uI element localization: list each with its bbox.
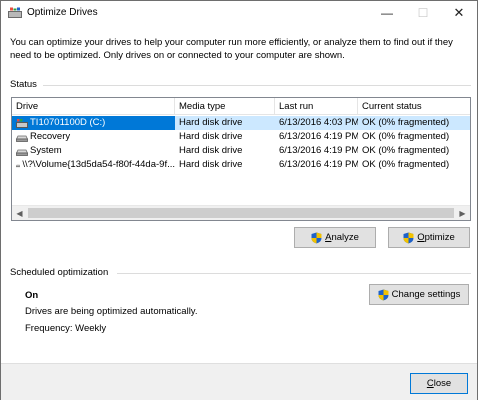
drive-name: TI10701100D (C:) bbox=[30, 117, 106, 128]
footer-bar: Close bbox=[1, 363, 477, 400]
drive-name: \\?\Volume{13d5da54-f80f-44da-9f... bbox=[22, 159, 175, 170]
maximize-icon: ☐ bbox=[417, 6, 429, 20]
drive-icon bbox=[16, 149, 28, 156]
drive-last-run: 6/13/2016 4:19 PM bbox=[279, 131, 358, 142]
schedule-message: Drives are being optimized automatically… bbox=[25, 306, 198, 317]
optimize-button[interactable]: Optimize bbox=[388, 227, 470, 248]
close-icon: ✕ bbox=[453, 5, 465, 20]
optimize-drives-window: Optimize Drives — ☐ ✕ You can optimize y… bbox=[0, 0, 478, 400]
scroll-right-icon[interactable]: ▶ bbox=[455, 206, 470, 221]
schedule-frequency: Frequency: Weekly bbox=[25, 323, 107, 334]
scheduled-divider bbox=[117, 273, 471, 274]
drive-last-run: 6/13/2016 4:19 PM bbox=[279, 145, 358, 156]
drive-icon bbox=[16, 135, 28, 142]
title-bar[interactable]: Optimize Drives — ☐ ✕ bbox=[1, 1, 477, 25]
drive-row[interactable]: System Hard disk drive 6/13/2016 4:19 PM… bbox=[12, 144, 470, 158]
uac-shield-icon bbox=[378, 289, 389, 300]
drive-name-cell: TI10701100D (C:) bbox=[12, 116, 175, 130]
drive-name-cell: Recovery bbox=[12, 130, 175, 144]
close-button-label: Close bbox=[426, 378, 452, 389]
scroll-thumb[interactable] bbox=[28, 208, 454, 218]
drive-current-status: OK (0% fragmented) bbox=[362, 117, 450, 128]
drive-name-cell: \\?\Volume{13d5da54-f80f-44da-9f... bbox=[12, 158, 175, 172]
drive-row[interactable]: TI10701100D (C:) Hard disk drive 6/13/20… bbox=[12, 116, 470, 130]
minimize-button[interactable]: — bbox=[369, 1, 405, 25]
drive-media-type: Hard disk drive bbox=[179, 131, 243, 142]
drive-row[interactable]: Recovery Hard disk drive 6/13/2016 4:19 … bbox=[12, 130, 470, 144]
minimize-icon: — bbox=[381, 6, 393, 20]
analyze-button[interactable]: Analyze bbox=[294, 227, 376, 248]
change-settings-label: Change settings bbox=[391, 289, 461, 300]
description-text: You can optimize your drives to help you… bbox=[10, 37, 453, 61]
drives-list[interactable]: Drive Media type Last run Current status… bbox=[11, 97, 471, 221]
drive-last-run: 6/13/2016 4:03 PM bbox=[279, 117, 358, 128]
drive-media-type: Hard disk drive bbox=[179, 159, 243, 170]
drive-name: System bbox=[30, 145, 62, 156]
drive-media-type: Hard disk drive bbox=[179, 117, 243, 128]
drive-current-status: OK (0% fragmented) bbox=[362, 159, 450, 170]
drive-name: Recovery bbox=[30, 131, 71, 142]
optimize-drives-app-icon bbox=[8, 7, 22, 18]
drive-row[interactable]: \\?\Volume{13d5da54-f80f-44da-9f... Hard… bbox=[12, 158, 470, 172]
scheduled-section-label: Scheduled optimization bbox=[10, 267, 109, 278]
column-header-last-run[interactable]: Last run bbox=[275, 98, 358, 115]
column-header-current-status[interactable]: Current status bbox=[358, 98, 470, 115]
close-window-button[interactable]: ✕ bbox=[441, 1, 477, 25]
column-header-media-type[interactable]: Media type bbox=[175, 98, 275, 115]
window-title: Optimize Drives bbox=[27, 7, 98, 18]
drive-current-status: OK (0% fragmented) bbox=[362, 131, 450, 142]
drive-last-run: 6/13/2016 4:19 PM bbox=[279, 159, 358, 170]
close-button[interactable]: Close bbox=[410, 373, 468, 394]
maximize-button[interactable]: ☐ bbox=[405, 1, 441, 25]
drive-icon bbox=[16, 164, 21, 167]
change-settings-button[interactable]: Change settings bbox=[369, 284, 469, 305]
drive-media-type: Hard disk drive bbox=[179, 145, 243, 156]
drive-current-status: OK (0% fragmented) bbox=[362, 145, 450, 156]
optimize-button-label: Optimize bbox=[417, 232, 455, 243]
status-label-text: Status bbox=[10, 79, 37, 90]
schedule-state: On bbox=[25, 290, 39, 301]
horizontal-scrollbar[interactable]: ◀ ▶ bbox=[12, 205, 470, 220]
drives-list-header: Drive Media type Last run Current status bbox=[12, 98, 470, 115]
status-section-label: Status bbox=[10, 79, 37, 90]
uac-shield-icon bbox=[403, 232, 414, 243]
status-divider bbox=[43, 85, 471, 86]
uac-shield-icon bbox=[311, 232, 322, 243]
column-header-drive[interactable]: Drive bbox=[12, 98, 175, 115]
drive-name-cell: System bbox=[12, 144, 175, 158]
analyze-button-label: Analyze bbox=[325, 232, 359, 243]
windows-drive-icon bbox=[16, 118, 28, 128]
scroll-left-icon[interactable]: ◀ bbox=[12, 206, 27, 221]
